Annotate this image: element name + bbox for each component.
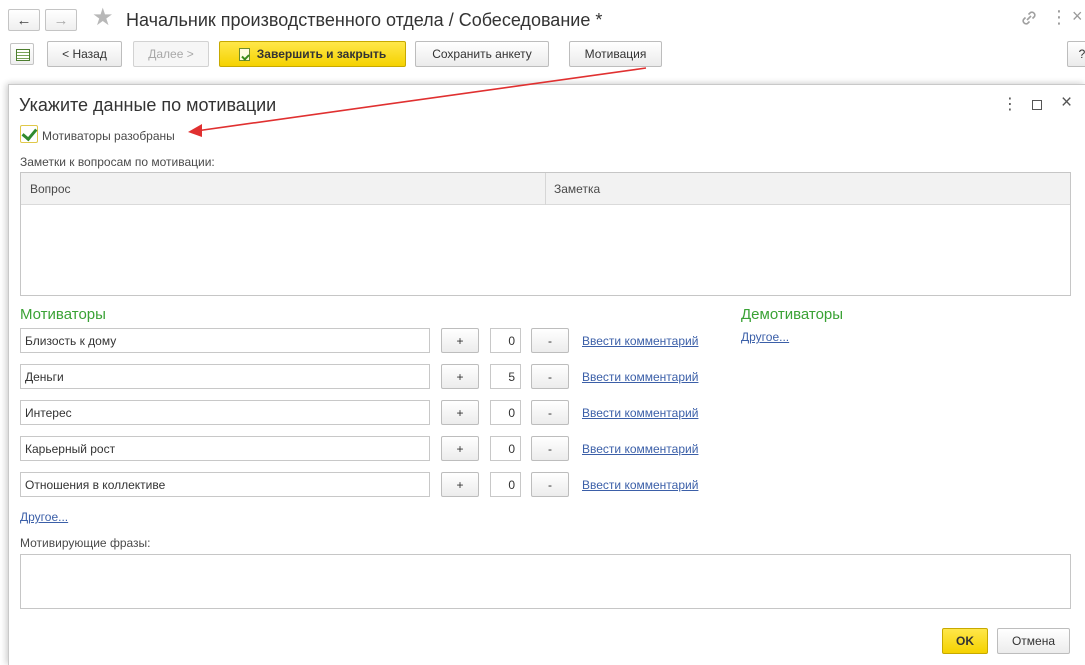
document-check-icon <box>238 47 250 61</box>
motivator-value-field[interactable]: 0 <box>490 328 521 353</box>
enter-comment-link[interactable]: Ввести комментарий <box>582 478 698 492</box>
motivators-title: Мотиваторы <box>20 306 106 323</box>
motivators-reviewed-checkbox[interactable] <box>20 125 38 143</box>
motivator-value-field[interactable]: 0 <box>490 436 521 461</box>
ok-button[interactable]: OK <box>942 628 988 654</box>
arrow-right-icon: → <box>53 11 69 29</box>
maximize-icon[interactable] <box>1032 97 1042 114</box>
increase-button[interactable]: + <box>441 472 479 497</box>
link-icon[interactable] <box>1020 9 1038 32</box>
dialog-close-icon[interactable]: × <box>1061 92 1072 114</box>
close-window-icon[interactable]: × <box>1072 6 1083 27</box>
demotivators-title: Демотиваторы <box>741 306 844 323</box>
motivators-reviewed-label: Мотиваторы разобраны <box>42 129 175 143</box>
enter-comment-link[interactable]: Ввести комментарий <box>582 334 698 348</box>
motivator-name-field[interactable]: Отношения в коллективе <box>20 472 430 497</box>
decrease-button[interactable]: - <box>531 472 569 497</box>
column-question[interactable]: Вопрос <box>30 182 71 196</box>
increase-button[interactable]: + <box>441 328 479 353</box>
increase-button[interactable]: + <box>441 436 479 461</box>
window-title: Начальник производственного отдела / Соб… <box>126 10 603 30</box>
motivator-value-field[interactable]: 0 <box>490 400 521 425</box>
favorite-star-icon[interactable]: ★ <box>92 6 114 30</box>
forward-nav-button[interactable]: → <box>45 9 77 31</box>
enter-comment-link[interactable]: Ввести комментарий <box>582 370 698 384</box>
decrease-button[interactable]: - <box>531 364 569 389</box>
back-nav-button[interactable]: ← <box>8 9 40 31</box>
enter-comment-link[interactable]: Ввести комментарий <box>582 442 698 456</box>
decrease-button[interactable]: - <box>531 400 569 425</box>
dialog-more-icon[interactable]: ⋮ <box>1002 94 1018 114</box>
motivator-value-field[interactable]: 5 <box>490 364 521 389</box>
demotivators-other-link[interactable]: Другое... <box>741 330 789 344</box>
motivator-name-field[interactable]: Карьерный рост <box>20 436 430 461</box>
help-button[interactable]: ? <box>1067 41 1085 67</box>
motivating-phrases-field[interactable] <box>20 554 1071 609</box>
motivator-name-field[interactable]: Интерес <box>20 400 430 425</box>
finish-label: Завершить и закрыть <box>256 47 387 61</box>
phrases-label: Мотивирующие фразы: <box>20 536 151 550</box>
notes-table-header: Вопрос Заметка <box>21 173 1070 205</box>
increase-button[interactable]: + <box>441 400 479 425</box>
table-report-icon[interactable] <box>10 43 34 65</box>
increase-button[interactable]: + <box>441 364 479 389</box>
back-button[interactable]: < Назад <box>47 41 122 67</box>
notes-label: Заметки к вопросам по мотивации: <box>20 155 215 169</box>
decrease-button[interactable]: - <box>531 436 569 461</box>
motivator-value-field[interactable]: 0 <box>490 472 521 497</box>
column-note[interactable]: Заметка <box>554 182 600 196</box>
motivator-name-field[interactable]: Близость к дому <box>20 328 430 353</box>
cancel-button[interactable]: Отмена <box>997 628 1070 654</box>
annotation-arrow <box>188 67 647 137</box>
motivators-other-link[interactable]: Другое... <box>20 510 68 524</box>
motivator-name-field[interactable]: Деньги <box>20 364 430 389</box>
arrow-left-icon: ← <box>16 11 32 29</box>
decrease-button[interactable]: - <box>531 328 569 353</box>
enter-comment-link[interactable]: Ввести комментарий <box>582 406 698 420</box>
notes-table[interactable]: Вопрос Заметка <box>20 172 1071 296</box>
more-vertical-icon[interactable]: ⋮ <box>1050 7 1068 28</box>
